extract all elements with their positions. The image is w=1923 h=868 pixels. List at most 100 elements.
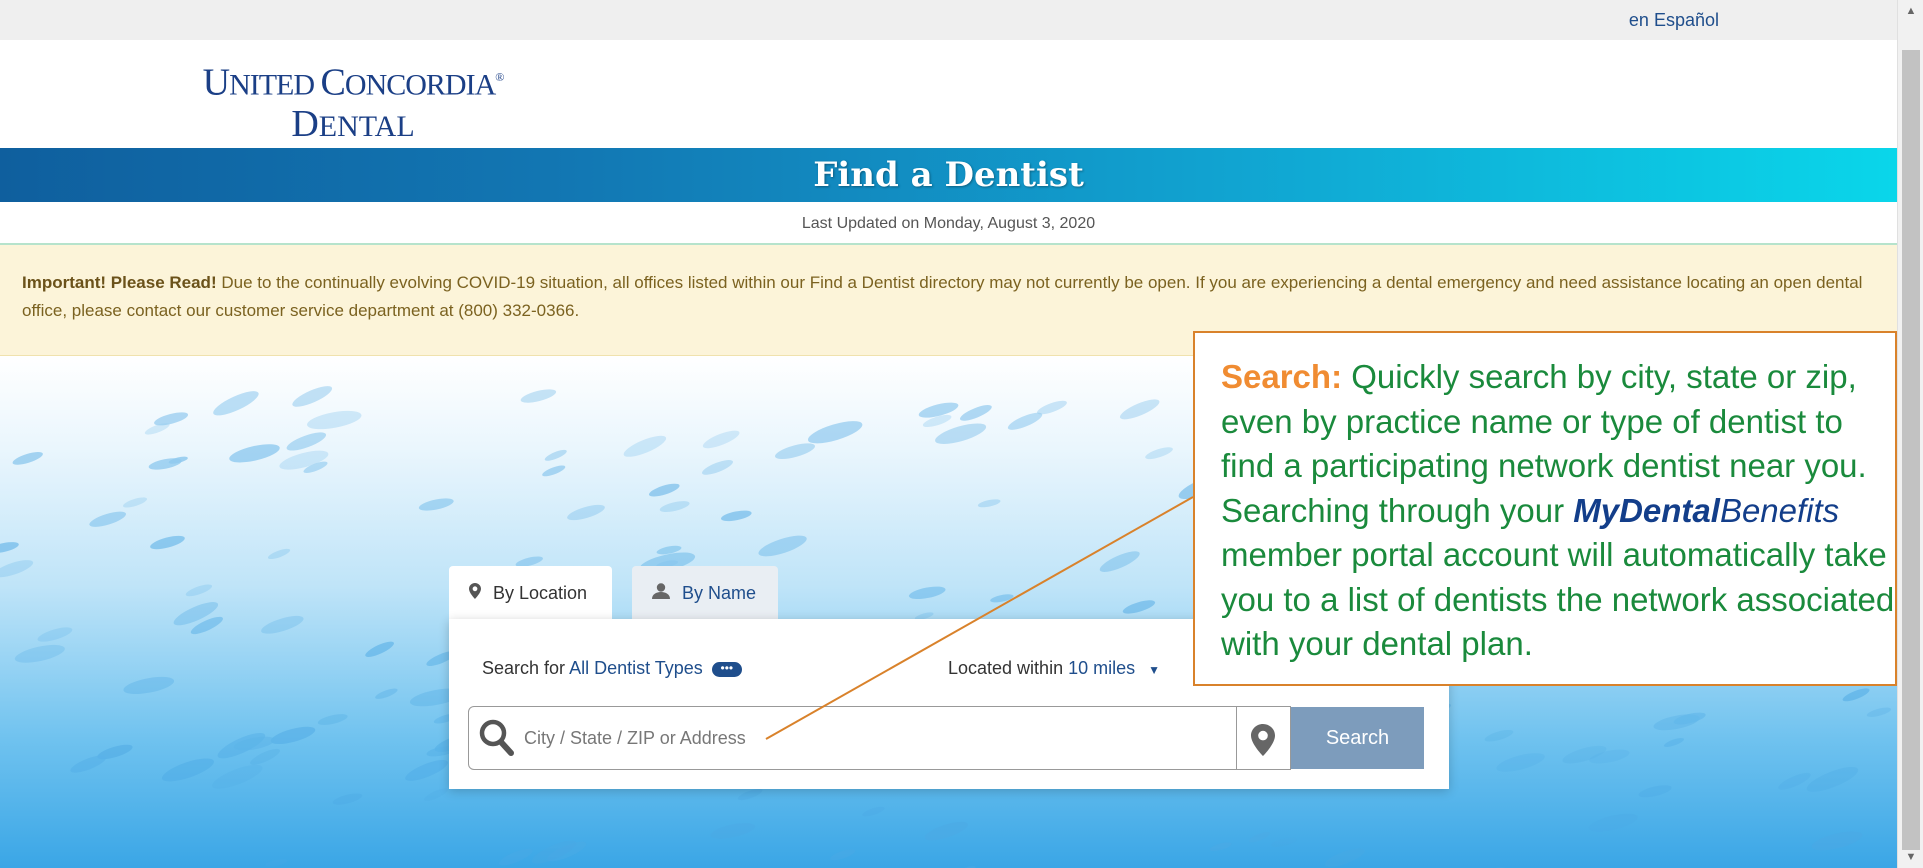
fish-shape [70, 755, 107, 773]
fish-shape [270, 726, 316, 745]
scroll-thumb[interactable] [1902, 50, 1920, 850]
location-pin-icon [1251, 724, 1275, 761]
tab-by-location-label: By Location [493, 583, 588, 603]
fish-shape [623, 435, 667, 457]
fish-shape [1209, 842, 1232, 852]
fish-shape [123, 497, 148, 508]
located-within-filter[interactable]: Located within 10 miles ▼ [948, 658, 1160, 679]
last-updated-text: Last Updated on Monday, August 3, 2020 [801, 215, 1096, 232]
fish-shape [544, 449, 567, 461]
fish-shape [1484, 729, 1514, 742]
search-for-filter[interactable]: Search for All Dentist Types ••• [482, 658, 742, 679]
fish-shape [286, 432, 327, 451]
use-my-location-button[interactable] [1237, 706, 1291, 770]
fish-shape [567, 504, 605, 521]
search-for-value[interactable]: All Dentist Types [569, 658, 703, 678]
fish-shape [720, 510, 752, 522]
fish-shape [1122, 600, 1156, 614]
fish-shape [702, 430, 740, 449]
callout-line-4: Searching through your [1221, 491, 1574, 529]
fish-shape [807, 421, 863, 444]
page-title: Find a Dentist [813, 155, 1084, 195]
fish-shape [737, 788, 763, 801]
tab-by-name-label: By Name [682, 583, 757, 603]
fish-shape [161, 758, 214, 782]
fish-shape [365, 641, 394, 657]
tab-by-name[interactable]: By Name [632, 566, 778, 620]
fish-shape [418, 498, 454, 511]
callout-lead: Search: [1221, 358, 1343, 395]
fish-shape [908, 586, 946, 600]
fish-shape [710, 822, 756, 839]
fish-shape [212, 764, 263, 789]
fish-shape [265, 858, 288, 867]
map-pin-icon [469, 568, 481, 622]
fish-shape [0, 542, 19, 554]
fish-shape [185, 584, 213, 597]
fish-shape [12, 452, 43, 465]
located-within-value[interactable]: 10 miles [1068, 658, 1135, 678]
fish-shape [229, 444, 280, 463]
fish-shape [1248, 831, 1271, 843]
callout-line-1: Quickly search by city, state or zip, [1342, 358, 1857, 395]
fish-shape [1324, 848, 1365, 867]
fish-shape [37, 627, 73, 642]
scroll-up-arrow-icon[interactable]: ▲ [1898, 0, 1923, 22]
last-updated-row: Last Updated on Monday, August 3, 2020 [0, 202, 1897, 245]
person-icon [652, 568, 670, 622]
callout-brand-italic: Benefits [1719, 491, 1840, 529]
fish-shape [1842, 688, 1870, 702]
fish-shape [659, 501, 690, 512]
language-link-spanish[interactable]: en Español [1629, 10, 1719, 31]
notice-body: Due to the continually evolving COVID-19… [22, 273, 1863, 320]
fish-shape [862, 806, 885, 817]
callout-line-5: member portal account will automatically… [1221, 536, 1887, 573]
fish-shape [1638, 785, 1672, 798]
fish-shape [89, 511, 127, 527]
fish-shape [758, 535, 807, 557]
fish-shape [424, 788, 448, 801]
fish-shape [1007, 412, 1043, 430]
callout-brand-bold: MyDental [1573, 491, 1720, 529]
search-button[interactable]: Search [1291, 707, 1424, 769]
tab-by-location[interactable]: By Location [449, 566, 612, 620]
fish-shape [213, 391, 259, 416]
vertical-scrollbar[interactable]: ▲ ▼ [1897, 0, 1923, 868]
fish-shape [375, 688, 398, 699]
chevron-down-icon[interactable]: ▼ [1148, 663, 1160, 677]
fish-shape [1866, 707, 1892, 717]
scroll-down-arrow-icon[interactable]: ▼ [1898, 846, 1923, 868]
fish-shape [1811, 831, 1863, 851]
fish-shape [1145, 447, 1173, 460]
callout-line-2: even by practice name or type of dentist… [1221, 402, 1843, 440]
location-search-field[interactable] [468, 706, 1237, 770]
fish-shape [956, 866, 976, 868]
fish-shape [774, 443, 816, 460]
fish-shape [542, 465, 566, 477]
more-options-icon[interactable]: ••• [711, 661, 742, 677]
fish-shape [648, 483, 680, 497]
fish-shape [0, 560, 34, 578]
callout-line-7: with your dental plan. [1221, 625, 1533, 662]
fish-shape [150, 535, 185, 550]
site-header: UNITED CONCORDIA® DENTAL [0, 40, 1897, 148]
fish-shape [959, 405, 992, 421]
search-help-callout: Search: Quickly search by city, state or… [1193, 331, 1897, 686]
fish-shape [261, 615, 304, 634]
title-band: Find a Dentist [0, 148, 1897, 202]
located-within-label: Located within [948, 658, 1064, 678]
fish-shape [1119, 399, 1160, 420]
fish-shape [977, 499, 1001, 508]
fish-shape [332, 793, 363, 805]
top-utility-bar: en Español [0, 0, 1897, 40]
united-concordia-logo[interactable]: UNITED CONCORDIA® DENTAL [183, 58, 523, 146]
search-icon [479, 719, 515, 762]
fish-shape [702, 459, 733, 475]
fish-shape [1806, 766, 1859, 792]
fish-shape [924, 821, 968, 841]
fish-shape [1271, 837, 1297, 847]
location-search-input[interactable] [524, 723, 1224, 753]
callout-line-6: you to a list of dentists the network as… [1221, 580, 1895, 618]
fish-shape [317, 714, 348, 725]
fish-shape [520, 389, 557, 403]
